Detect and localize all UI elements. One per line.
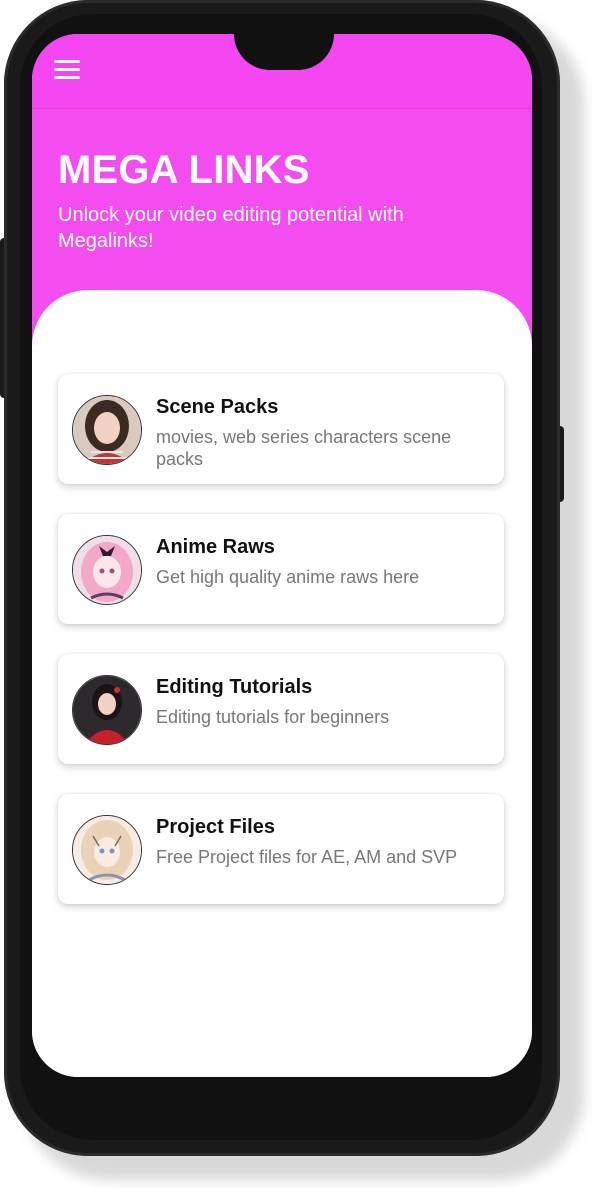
anime-girl-pink-hair-avatar — [72, 535, 142, 605]
woman-portrait-avatar — [72, 395, 142, 465]
page-subtitle: Unlock your video editing potential with… — [58, 204, 404, 252]
woman-red-dress-avatar — [72, 675, 142, 745]
card-scene-packs[interactable]: Scene Packs movies, web series character… — [58, 374, 504, 484]
app-screen: MEGA LINKS Unlock your video editing pot… — [32, 34, 532, 1077]
card-description: movies, web series characters scene pack… — [156, 427, 452, 469]
anime-girl-blonde-avatar — [72, 815, 142, 885]
card-title: Project Files — [156, 816, 275, 838]
page-title: MEGA LINKS — [58, 148, 310, 192]
card-description: Get high quality anime raws here — [156, 567, 420, 587]
card-editing-tutorials[interactable]: Editing Tutorials Editing tutorials for … — [58, 654, 504, 764]
card-title: Scene Packs — [156, 396, 279, 418]
card-anime-raws[interactable]: Anime Raws Get high quality anime raws h… — [58, 514, 504, 624]
device-mockup: MEGA LINKS Unlock your video editing pot… — [0, 0, 592, 1188]
hamburger-menu-icon[interactable] — [54, 60, 80, 80]
card-title: Editing Tutorials — [156, 676, 313, 698]
content-panel: Scene Packs movies, web series character… — [32, 290, 532, 1077]
card-description: Editing tutorials for beginners — [156, 707, 390, 727]
card-description: Free Project files for AE, AM and SVP — [156, 847, 458, 867]
card-title: Anime Raws — [156, 536, 275, 558]
card-project-files[interactable]: Project Files Free Project files for AE,… — [58, 794, 504, 904]
